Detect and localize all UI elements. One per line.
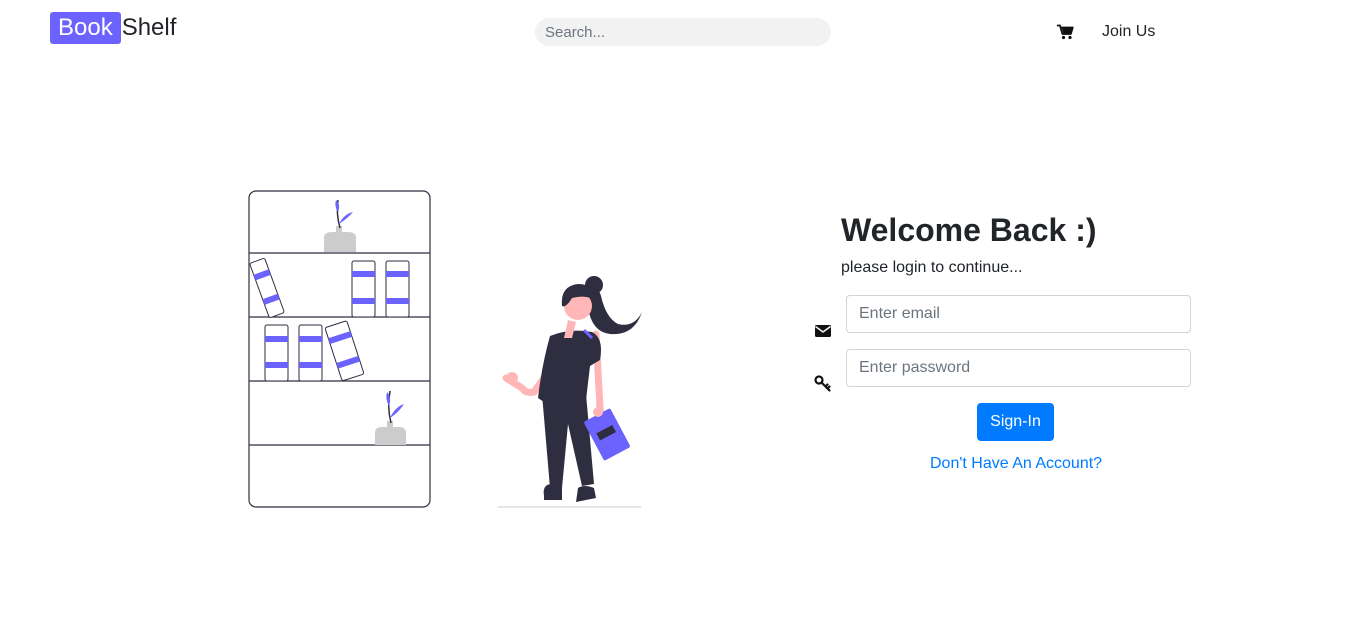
login-illustration — [246, 188, 646, 510]
brand-logo-book: Book — [50, 12, 121, 44]
books-row-one — [249, 258, 410, 318]
page-title: Welcome Back :) — [841, 212, 1097, 248]
woman-figure — [498, 276, 642, 508]
brand-logo[interactable]: Book Shelf — [50, 12, 176, 44]
books-row-two — [264, 320, 365, 382]
register-link[interactable]: Don't Have An Account? — [930, 454, 1102, 474]
join-us-link[interactable]: Join Us — [1102, 22, 1155, 42]
plant-pot-bottom — [375, 390, 406, 445]
envelope-icon — [814, 322, 832, 340]
sign-in-button[interactable]: Sign-In — [977, 403, 1054, 441]
brand-logo-shelf: Shelf — [121, 14, 177, 41]
search-input[interactable] — [535, 18, 831, 46]
password-field[interactable] — [846, 349, 1191, 387]
navbar: BookShelf Join Us — [0, 0, 1366, 64]
login-subtitle: please login to continue... — [841, 259, 1023, 276]
shopping-cart-icon[interactable] — [1057, 24, 1074, 40]
plant-pot-top — [324, 199, 356, 252]
key-icon — [814, 375, 832, 393]
email-field[interactable] — [846, 295, 1191, 333]
